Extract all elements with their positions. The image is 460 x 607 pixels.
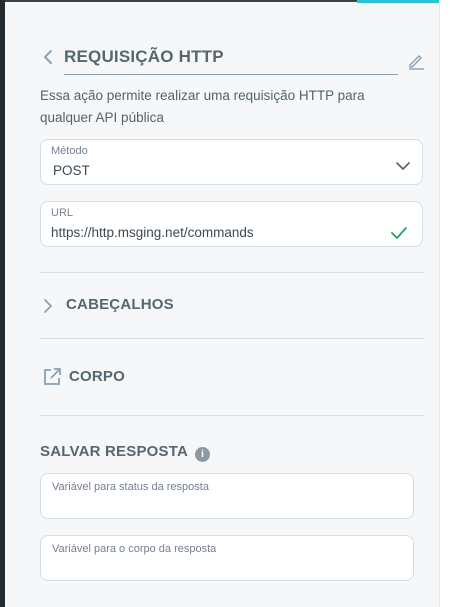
headers-section-toggle[interactable]: CABEÇALHOS — [40, 294, 340, 318]
pencil-icon[interactable] — [407, 52, 425, 70]
method-value: POST — [53, 163, 90, 178]
headers-section-label: CABEÇALHOS — [66, 296, 174, 313]
method-select[interactable]: Método POST — [40, 139, 423, 185]
panel-header: REQUISIÇÃO HTTP — [41, 44, 427, 75]
divider — [40, 272, 424, 273]
save-response-title: SALVAR RESPOSTA — [40, 443, 189, 460]
body-variable-input[interactable]: Variável para o corpo da resposta — [40, 535, 414, 581]
chevron-down-icon[interactable] — [396, 158, 410, 170]
info-icon[interactable]: i — [195, 447, 210, 462]
url-label: URL — [51, 207, 74, 219]
right-panel-edge — [439, 0, 460, 607]
check-icon — [391, 226, 407, 239]
status-variable-placeholder: Variável para status da resposta — [52, 481, 209, 493]
body-section-label: CORPO — [69, 368, 126, 385]
divider — [40, 338, 424, 339]
url-field[interactable]: URL https://http.msging.net/commands — [40, 201, 423, 247]
url-value[interactable]: https://http.msging.net/commands — [51, 225, 254, 240]
page-title: REQUISIÇÃO HTTP — [64, 47, 224, 66]
status-variable-input[interactable]: Variável para status da resposta — [40, 473, 414, 519]
external-link-icon — [42, 367, 62, 392]
method-label: Método — [51, 145, 88, 157]
chevron-right-icon — [43, 298, 53, 319]
divider — [40, 415, 424, 416]
body-variable-placeholder: Variável para o corpo da resposta — [52, 543, 217, 555]
action-description: Essa ação permite realizar uma requisiçã… — [40, 88, 365, 125]
back-chevron-icon[interactable] — [41, 48, 57, 66]
body-section-toggle[interactable]: CORPO — [40, 366, 340, 390]
title-input[interactable]: REQUISIÇÃO HTTP — [64, 44, 398, 75]
